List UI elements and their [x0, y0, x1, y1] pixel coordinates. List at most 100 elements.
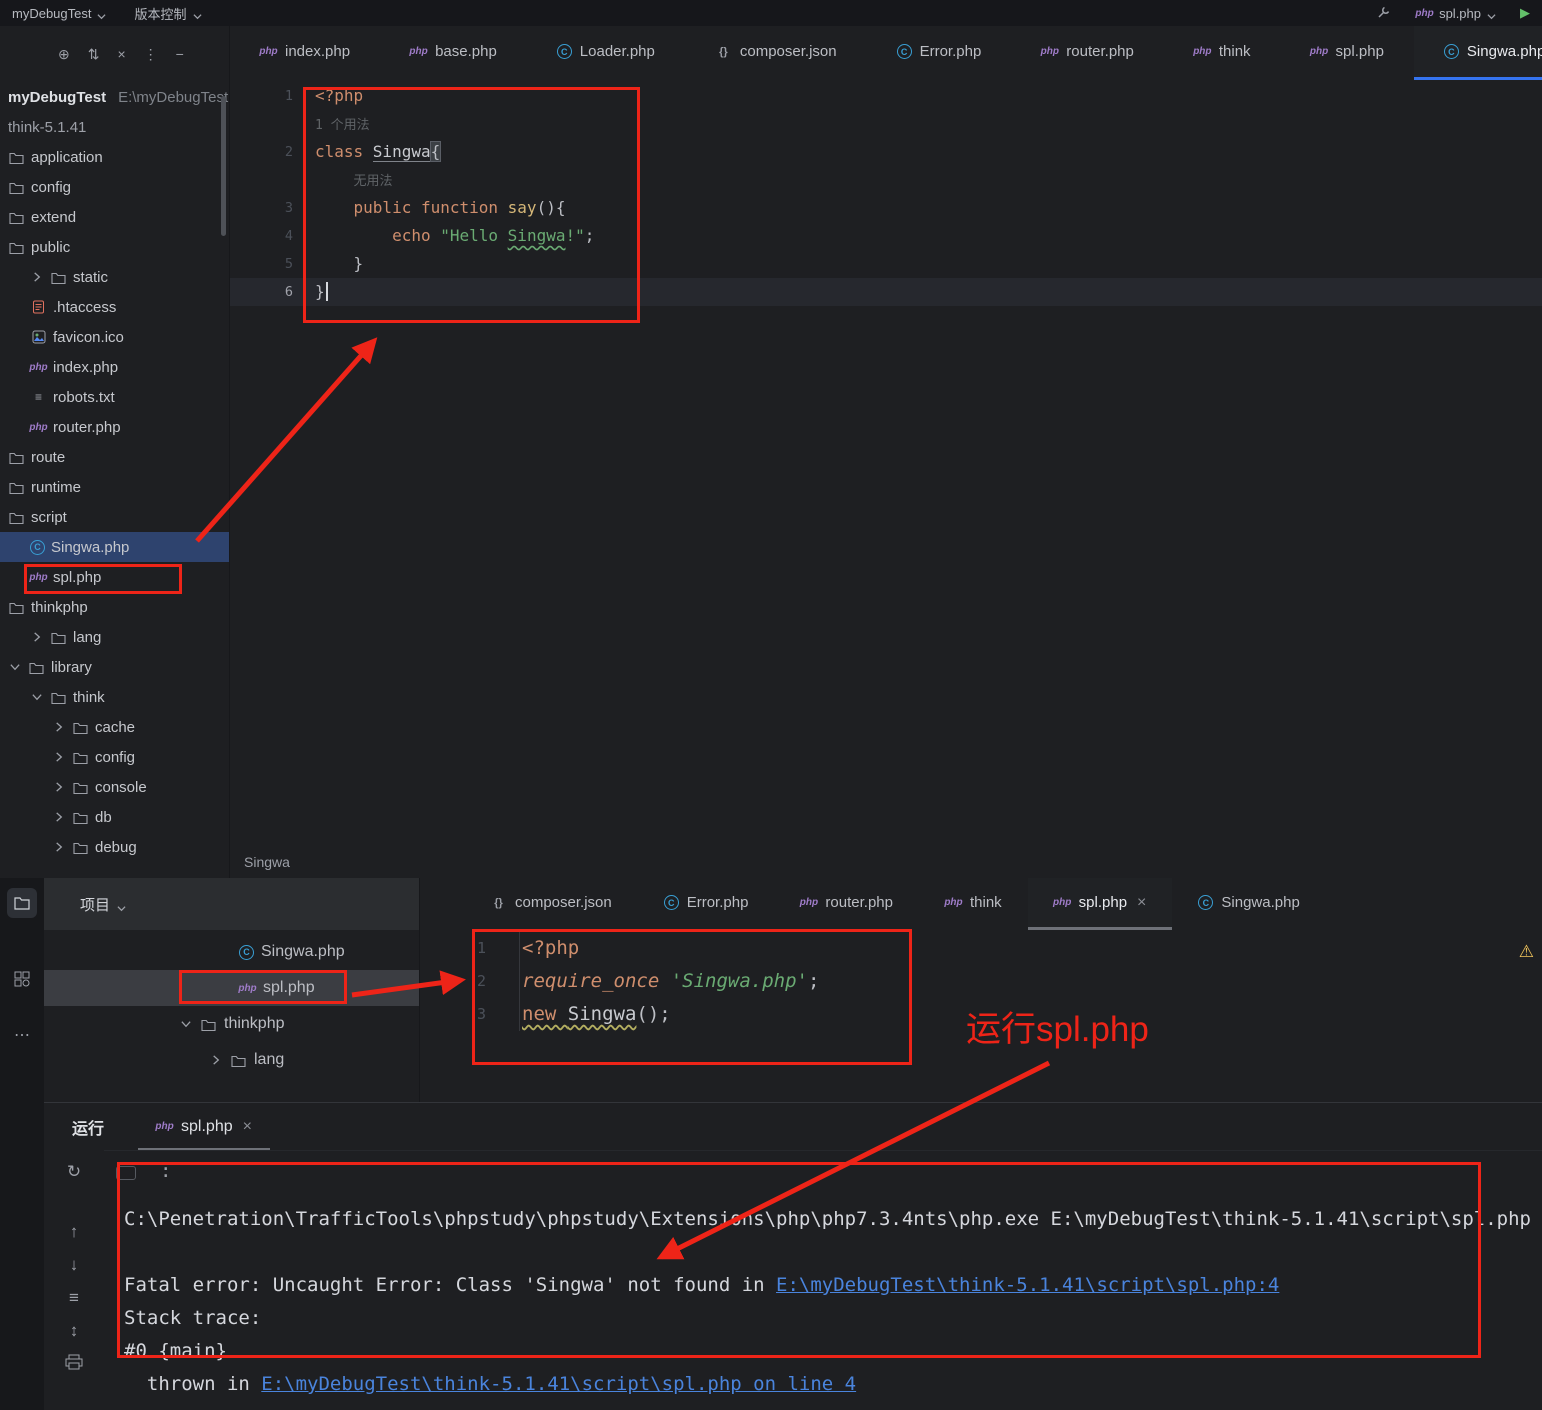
rerun-icon[interactable]: ↻: [67, 1162, 81, 1182]
line-number[interactable]: 1: [230, 82, 315, 110]
run-configuration-select[interactable]: php spl.php: [1416, 6, 1496, 21]
tree-item-.htaccess[interactable]: .htaccess: [0, 292, 229, 322]
tree-root-row[interactable]: myDebugTest E:\myDebugTest: [0, 82, 229, 112]
chevron-down-icon[interactable]: [8, 661, 22, 673]
run-console[interactable]: : C:\Penetration\TrafficTools\phpstudy\p…: [104, 1150, 1542, 1410]
tree-item-cache[interactable]: cache: [0, 712, 229, 742]
tree-item-route[interactable]: route: [0, 442, 229, 472]
tree-item-debug[interactable]: debug: [0, 832, 229, 862]
more-tools-button[interactable]: ⋯: [7, 1020, 37, 1050]
tree-version-row[interactable]: think-5.1.41: [0, 112, 229, 142]
tree-item-config[interactable]: config: [0, 742, 229, 772]
tools-icon[interactable]: [1376, 4, 1392, 23]
chevron-right-icon[interactable]: [30, 631, 44, 643]
scroll-to-end-icon[interactable]: ↕: [70, 1321, 79, 1341]
chevron-right-icon[interactable]: [52, 811, 66, 823]
line-number[interactable]: 4: [230, 222, 315, 250]
tree-item-thinkphp[interactable]: thinkphp: [0, 592, 229, 622]
tree-item-extend[interactable]: extend: [0, 202, 229, 232]
collapse-all-icon[interactable]: ×: [117, 46, 125, 62]
line-number[interactable]: 2: [230, 138, 315, 166]
chevron-right-icon[interactable]: [209, 1054, 223, 1066]
tab-composer.json[interactable]: {}composer.json: [464, 878, 638, 930]
breadcrumb[interactable]: Singwa: [244, 854, 290, 870]
project-stripe-button[interactable]: [7, 888, 37, 918]
tree-item-static[interactable]: static: [0, 262, 229, 292]
locate-file-icon[interactable]: ⊕: [58, 46, 70, 63]
tab-composer.json[interactable]: {}composer.json: [685, 26, 867, 80]
tree-item-console[interactable]: console: [0, 772, 229, 802]
line-number[interactable]: 6: [230, 278, 315, 306]
tree-item-public[interactable]: public: [0, 232, 229, 262]
tree-item-lang[interactable]: lang: [0, 622, 229, 652]
chevron-down-icon[interactable]: [30, 691, 44, 703]
code-area[interactable]: 1<?php2require_once 'Singwa.php';3new Si…: [420, 930, 1542, 1031]
tree-item-runtime[interactable]: runtime: [0, 472, 229, 502]
tab-router.php[interactable]: phprouter.php: [774, 878, 919, 930]
tab-spl.php[interactable]: phpspl.php×: [1028, 878, 1173, 930]
tab-spl.php[interactable]: phpspl.php: [1281, 26, 1414, 80]
code-area[interactable]: 1<?php1 个用法2class Singwa{ 无用法3 public fu…: [230, 80, 1542, 306]
tree-item-spl.php[interactable]: phpspl.php: [44, 970, 419, 1006]
more-options-icon[interactable]: ⋮: [144, 46, 158, 63]
line-number[interactable]: 5: [230, 250, 315, 278]
console-file-link[interactable]: E:\myDebugTest\think-5.1.41\script\spl.p…: [261, 1373, 856, 1395]
tab-Loader.php[interactable]: CLoader.php: [527, 26, 685, 80]
chevron-down-icon[interactable]: [179, 1018, 193, 1030]
tab-Error.php[interactable]: CError.php: [867, 26, 1012, 80]
tab-Error.php[interactable]: CError.php: [638, 878, 775, 930]
line-number[interactable]: 3: [420, 998, 520, 1031]
tree-item-config[interactable]: config: [0, 172, 229, 202]
tab-index.php[interactable]: phpindex.php: [230, 26, 380, 80]
tree-item-library[interactable]: library: [0, 652, 229, 682]
chevron-right-icon[interactable]: [52, 751, 66, 763]
tree-item-lang[interactable]: lang: [44, 1042, 419, 1078]
chevron-right-icon[interactable]: [52, 841, 66, 853]
hide-panel-icon[interactable]: −: [176, 46, 184, 62]
tab-router.php[interactable]: phprouter.php: [1011, 26, 1164, 80]
console-file-link[interactable]: E:\myDebugTest\think-5.1.41\script\spl.p…: [776, 1274, 1279, 1296]
tree-item-thinkphp[interactable]: thinkphp: [44, 1006, 419, 1042]
up-stack-icon[interactable]: ↑: [70, 1222, 79, 1242]
chevron-right-icon[interactable]: [30, 271, 44, 283]
structure-stripe-button[interactable]: [7, 964, 37, 994]
chevron-right-icon[interactable]: [52, 781, 66, 793]
tab-Singwa.php[interactable]: CSingwa.php: [1414, 26, 1542, 80]
tree-item-think[interactable]: think: [0, 682, 229, 712]
line-number[interactable]: [230, 110, 315, 138]
run-button[interactable]: ▶: [1520, 5, 1530, 21]
chevron-right-icon[interactable]: [52, 721, 66, 733]
tree-item-robots.txt[interactable]: ≡robots.txt: [0, 382, 229, 412]
tree-item-index.php[interactable]: phpindex.php: [0, 352, 229, 382]
editor-spl[interactable]: 1<?php2require_once 'Singwa.php';3new Si…: [420, 930, 1542, 1102]
close-icon[interactable]: ×: [1137, 894, 1146, 912]
tab-think[interactable]: phpthink: [919, 878, 1028, 930]
project-menu-button[interactable]: myDebugTest: [12, 6, 106, 21]
line-number[interactable]: [230, 166, 315, 194]
tree-item-favicon.ico[interactable]: favicon.ico: [0, 322, 229, 352]
tree-item-Singwa.php[interactable]: CSingwa.php: [0, 532, 229, 562]
tree-item-db[interactable]: db: [0, 802, 229, 832]
tab-base.php[interactable]: phpbase.php: [380, 26, 527, 80]
tree-item-spl.php[interactable]: phpspl.php: [0, 562, 229, 592]
tab-Singwa.php[interactable]: CSingwa.php: [1172, 878, 1325, 930]
line-number[interactable]: 3: [230, 194, 315, 222]
vcs-menu-button[interactable]: 版本控制: [134, 4, 201, 23]
soft-wrap-icon[interactable]: ≡: [69, 1288, 79, 1308]
expand-collapse-icon[interactable]: ⇅: [88, 46, 100, 63]
bottom-panel-header[interactable]: 项目: [44, 878, 419, 930]
editor-singwa[interactable]: 1<?php1 个用法2class Singwa{ 无用法3 public fu…: [230, 80, 1542, 878]
inspection-warning-icon[interactable]: ⚠: [1519, 942, 1534, 962]
run-tab-spl[interactable]: php spl.php ×: [138, 1103, 270, 1150]
close-icon[interactable]: ×: [243, 1118, 252, 1136]
print-icon[interactable]: [65, 1354, 83, 1375]
tree-item-router.php[interactable]: phprouter.php: [0, 412, 229, 442]
tree-item-application[interactable]: application: [0, 142, 229, 172]
line-number[interactable]: 1: [420, 932, 520, 965]
down-stack-icon[interactable]: ↓: [70, 1255, 79, 1275]
tree-item-Singwa.php[interactable]: CSingwa.php: [44, 934, 419, 970]
line-number[interactable]: 2: [420, 965, 520, 998]
tree-item-script[interactable]: script: [0, 502, 229, 532]
scrollbar-thumb[interactable]: [221, 96, 226, 236]
tab-think[interactable]: phpthink: [1164, 26, 1281, 80]
